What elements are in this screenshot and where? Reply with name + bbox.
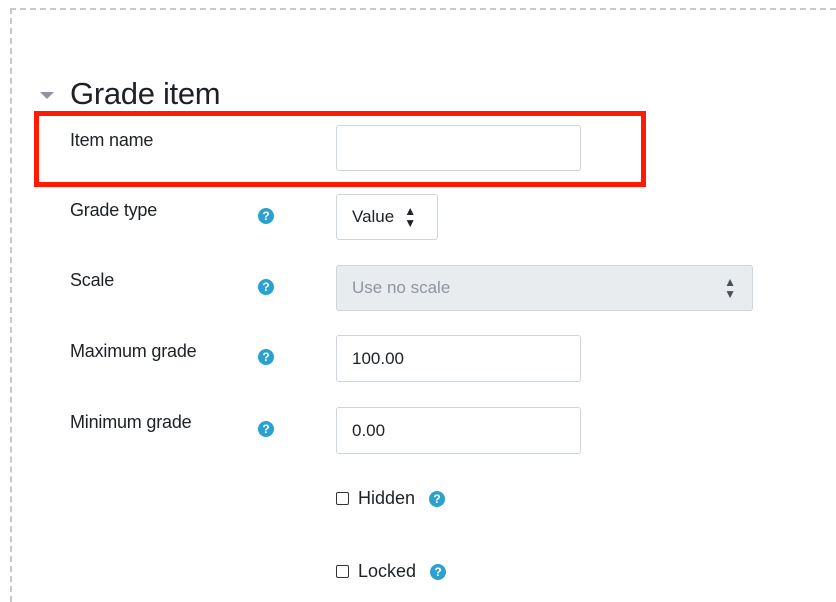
hidden-checkbox[interactable] xyxy=(336,492,349,505)
region-border-top xyxy=(10,8,836,10)
question-circle-icon[interactable]: ? xyxy=(258,349,274,365)
grade-item-section-header[interactable]: Grade item xyxy=(40,74,221,114)
hidden-checkbox-row: Hidden ? xyxy=(336,488,446,509)
question-circle-icon[interactable]: ? xyxy=(430,563,447,580)
sort-updown-icon: ▲ ▼ xyxy=(404,204,417,230)
question-circle-icon[interactable]: ? xyxy=(258,208,274,224)
question-circle-icon[interactable]: ? xyxy=(258,421,274,437)
scale-select: Use no scale ▲ ▼ xyxy=(336,265,753,311)
locked-checkbox[interactable] xyxy=(336,565,349,578)
grade-type-select[interactable]: Value ▲ ▼ xyxy=(336,194,438,240)
hidden-label[interactable]: Hidden xyxy=(358,488,415,509)
section-title: Grade item xyxy=(70,76,221,111)
caret-down-icon[interactable] xyxy=(40,91,54,99)
grade-type-label: Grade type xyxy=(70,200,158,220)
maximum-grade-label: Maximum grade xyxy=(70,341,197,361)
scale-label: Scale xyxy=(70,270,115,290)
grade-type-value: Value xyxy=(352,207,395,226)
locked-label[interactable]: Locked xyxy=(358,561,416,582)
region-border-left xyxy=(10,8,12,602)
question-circle-icon[interactable]: ? xyxy=(258,279,274,295)
sort-updown-icon: ▲ ▼ xyxy=(724,275,736,301)
minimum-grade-label: Minimum grade xyxy=(70,412,192,432)
minimum-grade-input[interactable]: 0.00 xyxy=(336,407,581,454)
question-circle-icon[interactable]: ? xyxy=(429,490,446,507)
scale-value: Use no scale xyxy=(352,278,451,297)
highlight-box xyxy=(34,111,646,187)
locked-checkbox-row: Locked ? xyxy=(336,561,447,582)
maximum-grade-input[interactable]: 100.00 xyxy=(336,335,581,382)
